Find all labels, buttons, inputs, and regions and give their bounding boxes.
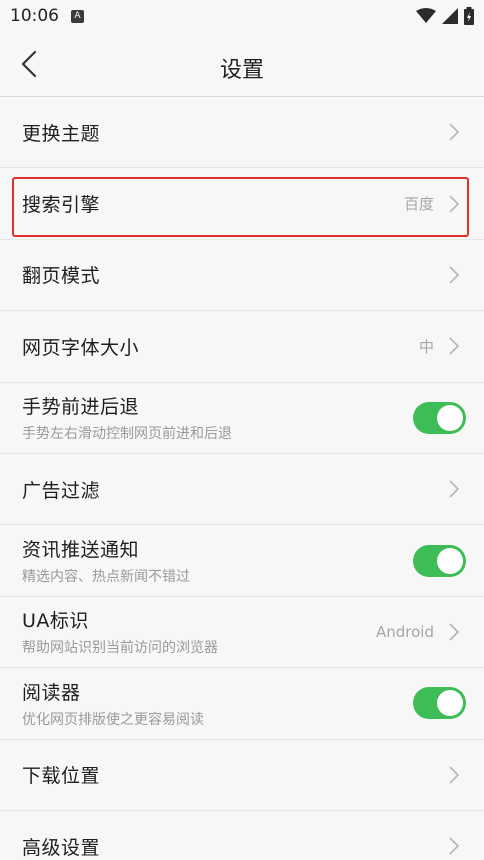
status-bar: 10:06 A: [0, 0, 484, 32]
news-push-toggle[interactable]: [413, 544, 466, 577]
chevron-right-icon: [449, 837, 460, 855]
settings-row-label: 手势前进后退: [22, 396, 140, 419]
wifi-icon: [416, 8, 436, 23]
settings-list: 更换主题 搜索引擎 百度 翻页模式 网页字体大小 中 手势前进后退 手势左右滑动…: [0, 97, 484, 860]
settings-row-search-engine[interactable]: 搜索引擎 百度: [0, 168, 484, 240]
settings-row-description: 帮助网站识别当前访问的浏览器: [22, 640, 218, 657]
status-time: 10:06: [10, 6, 59, 26]
settings-row-advanced[interactable]: 高级设置: [0, 811, 484, 860]
settings-row-font-size[interactable]: 网页字体大小 中: [0, 311, 484, 383]
chevron-right-icon: [449, 623, 460, 641]
settings-row-label: 资讯推送通知: [22, 539, 140, 562]
settings-row-label: 网页字体大小: [22, 336, 140, 359]
settings-row-value: 百度: [403, 195, 434, 214]
chevron-right-icon: [449, 480, 460, 498]
gesture-nav-toggle[interactable]: [413, 401, 466, 434]
chevron-right-icon: [449, 266, 460, 284]
settings-row-page-mode[interactable]: 翻页模式: [0, 240, 484, 312]
settings-row-gesture-nav: 手势前进后退 手势左右滑动控制网页前进和后退: [0, 383, 484, 454]
reader-toggle[interactable]: [413, 687, 466, 720]
settings-row-label: 搜索引擎: [22, 194, 101, 217]
chevron-right-icon: [449, 123, 460, 141]
status-bar-right: [416, 7, 474, 25]
settings-row-label: 翻页模式: [22, 265, 101, 288]
settings-row-news-push: 资讯推送通知 精选内容、热点新闻不错过: [0, 525, 484, 597]
settings-row-label: 广告过滤: [22, 479, 101, 502]
chevron-right-icon: [449, 766, 460, 784]
settings-row-reader: 阅读器 优化网页排版使之更容易阅读: [0, 668, 484, 740]
page-title: 设置: [219, 58, 264, 83]
settings-row-value: Android: [376, 622, 434, 641]
status-bar-left: 10:06 A: [10, 6, 84, 26]
settings-row-label: 阅读器: [22, 681, 81, 704]
settings-row-download-location[interactable]: 下载位置: [0, 740, 484, 811]
settings-row-theme[interactable]: 更换主题: [0, 97, 484, 169]
settings-row-label: 下载位置: [22, 765, 101, 788]
settings-row-label: 高级设置: [22, 836, 101, 859]
settings-row-ua[interactable]: UA标识 帮助网站识别当前访问的浏览器 Android: [0, 597, 484, 669]
title-bar: 设置: [0, 32, 484, 97]
chevron-right-icon: [449, 337, 460, 355]
a-notification-icon: A: [71, 9, 84, 23]
settings-row-description: 手势左右滑动控制网页前进和后退: [22, 426, 232, 443]
settings-row-ad-filter[interactable]: 广告过滤: [0, 454, 484, 526]
chevron-right-icon: [449, 195, 460, 213]
toggle-knob: [437, 547, 463, 574]
settings-row-description: 优化网页排版使之更容易阅读: [22, 711, 204, 728]
settings-row-label: 更换主题: [22, 122, 101, 145]
settings-row-label: UA标识: [22, 610, 89, 633]
settings-row-value: 中: [418, 337, 434, 356]
toggle-knob: [437, 404, 463, 431]
settings-row-description: 精选内容、热点新闻不错过: [22, 569, 190, 586]
battery-icon: [464, 7, 474, 25]
toggle-knob: [437, 690, 463, 717]
signal-icon: [442, 8, 458, 24]
